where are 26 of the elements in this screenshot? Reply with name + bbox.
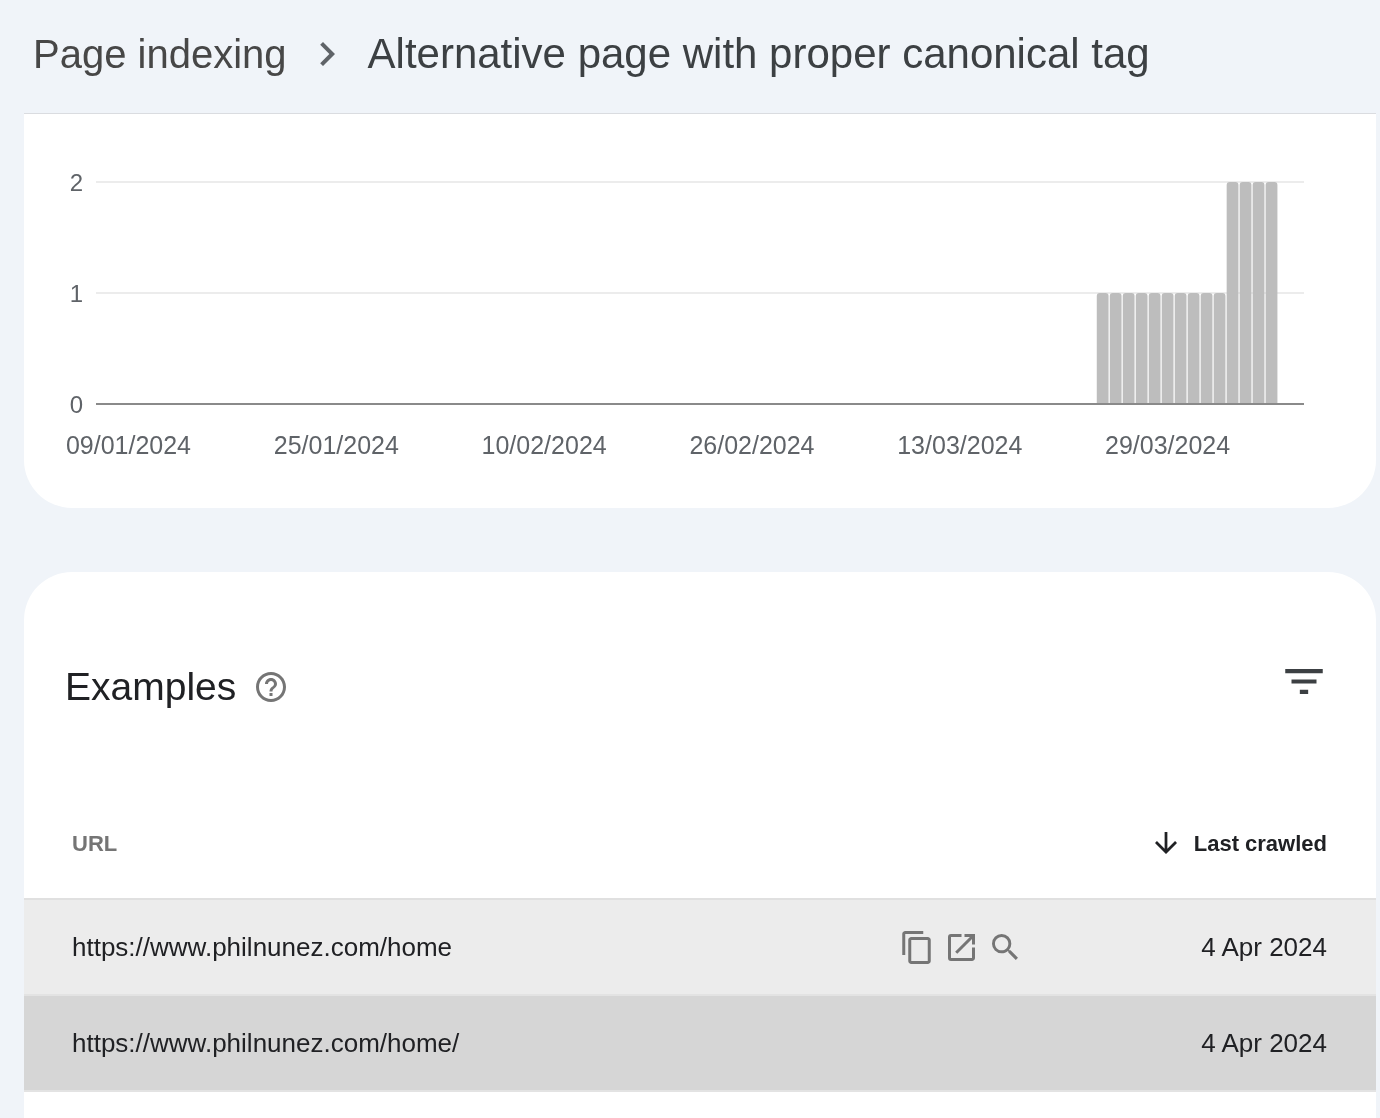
chevron-right-icon xyxy=(319,41,335,66)
section-title: Examples xyxy=(65,664,237,710)
y-tick-label: 1 xyxy=(69,279,83,307)
column-header[interactable]: Last crawled xyxy=(1154,826,1327,860)
x-tick-label: 29/03/2024 xyxy=(1105,431,1231,459)
page-url: https://www.philnunez.com/home/ xyxy=(72,1027,460,1058)
search-icon[interactable] xyxy=(992,934,1018,960)
help-icon[interactable] xyxy=(256,672,287,702)
x-tick-label: 25/01/2024 xyxy=(273,431,399,459)
open-in-new-icon[interactable] xyxy=(948,933,975,961)
column-header[interactable]: URL xyxy=(72,826,118,860)
x-tick-label: 13/03/2024 xyxy=(897,431,1023,459)
y-tick-label: 0 xyxy=(69,390,83,418)
breadcrumb-link[interactable]: Page indexing xyxy=(33,28,287,79)
x-tick-label: 10/02/2024 xyxy=(481,431,607,459)
y-tick-label: 2 xyxy=(69,168,83,196)
page-url: https://www.philnunez.com/home xyxy=(72,931,453,962)
table-row[interactable]: https://www.philnunez.com/home 4 Apr 2024 xyxy=(24,900,1376,996)
breadcrumb-current: Alternative page with proper canonical tag xyxy=(367,28,1150,79)
filter-icon[interactable] xyxy=(1285,668,1323,694)
x-tick-label: 26/02/2024 xyxy=(689,431,815,459)
copy-icon[interactable] xyxy=(902,930,931,964)
crawl-date: 4 Apr 2024 xyxy=(1201,1026,1327,1060)
table-row[interactable]: https://www.philnunez.com/home/ 4 Apr 2024 xyxy=(24,996,1376,1092)
x-tick-label: 09/01/2024 xyxy=(65,431,192,459)
crawl-date: 4 Apr 2024 xyxy=(1201,930,1327,964)
